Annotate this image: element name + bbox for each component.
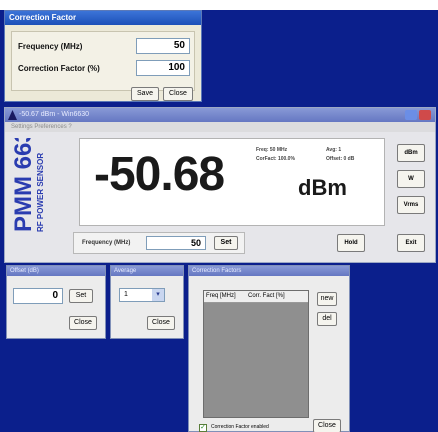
enable-checkbox[interactable]: ✓ [199,424,207,432]
close-button[interactable]: Close [163,87,193,101]
correction-factors-panel: Correction Factors Freq [MHz] Corr. Fact… [188,265,350,432]
average-title: Average [111,266,183,276]
chevron-down-icon[interactable]: ▾ [152,289,164,301]
minimize-icon[interactable] [405,110,417,120]
info-frequency: Freq: 50 MHz [256,147,288,153]
set-frequency-button[interactable]: Set [214,236,238,250]
pmm-logo: PMM 6630 RF POWER SENSOR [7,116,47,234]
save-button[interactable]: Save [131,87,159,101]
average-panel: Average 1 ▾ Close [110,265,184,339]
dbm-unit-button[interactable]: dBm [397,144,425,162]
average-value: 1 [124,291,128,298]
delete-factor-button[interactable]: del [317,312,337,326]
correction-factor-input[interactable]: 100 [136,60,190,76]
main-frequency-label: Frequency (MHz) [82,240,131,246]
window-title-bar: -50.67 dBm - Win6630 [5,108,435,122]
column-frequency[interactable]: Freq [MHz] [206,293,236,299]
close-icon[interactable] [419,110,431,120]
logo-graphic: PMM 6630 RF POWER SENSOR [10,116,45,232]
window-title: -50.67 dBm - Win6630 [19,111,90,118]
logo-model: PMM 6630 [10,138,37,232]
offset-panel: Offset (dB) 0 Set Close [6,265,106,339]
watt-unit-button[interactable]: W [397,170,425,188]
frequency-input[interactable]: 50 [136,38,190,54]
info-offset: Offset: 0 dB [326,156,355,162]
enable-checkbox-label: Correction Factor enabled [211,424,269,430]
correction-factor-dialog: Correction Factor Frequency (MHz) 50 Cor… [4,10,202,102]
factors-table[interactable]: Freq [MHz] Corr. Fact [%] [203,290,309,418]
hold-button[interactable]: Hold [337,234,365,252]
frequency-group: Frequency (MHz) 50 Set [73,232,245,254]
vrms-unit-button[interactable]: Vrms [397,196,425,214]
info-correction: CorFact: 100.0% [256,156,295,162]
main-frequency-input[interactable]: 50 [146,236,206,250]
app-icon [8,110,17,120]
measurement-display: -50.68 dBm Freq: 50 MHz CorFact: 100.0% … [79,138,385,226]
offset-set-button[interactable]: Set [69,289,93,303]
factors-table-header: Freq [MHz] Corr. Fact [%] [204,291,308,303]
offset-close-button[interactable]: Close [69,316,97,330]
factors-close-button[interactable]: Close [313,419,341,432]
factors-title: Correction Factors [189,266,349,276]
exit-button[interactable]: Exit [397,234,425,252]
info-average: Avg: 1 [326,147,342,153]
power-sensor-window: -50.67 dBm - Win6630 Settings Preference… [4,107,436,263]
power-unit: dBm [298,175,347,200]
offset-input[interactable]: 0 [13,288,63,304]
offset-title: Offset (dB) [7,266,105,276]
new-factor-button[interactable]: new [317,292,337,306]
dialog-body: Frequency (MHz) 50 Correction Factor (%)… [11,31,195,91]
average-select[interactable]: 1 ▾ [119,288,165,302]
frequency-label: Frequency (MHz) [18,42,83,51]
correction-factor-label: Correction Factor (%) [18,64,100,73]
dialog-title: Correction Factor [5,11,201,25]
average-close-button[interactable]: Close [147,316,175,330]
power-reading: -50.68 [94,148,225,201]
column-correction[interactable]: Corr. Fact [%] [248,293,285,299]
logo-subtitle: RF POWER SENSOR [36,153,45,232]
menu-bar[interactable]: Settings Preferences ? [5,122,435,132]
top-banner [0,0,438,10]
